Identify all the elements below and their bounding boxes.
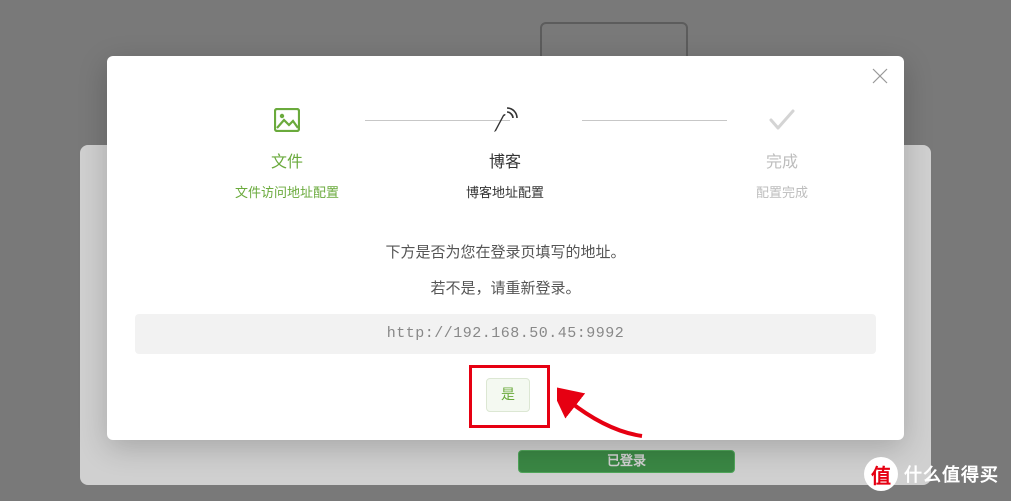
- message-line-2: 若不是，请重新登录。: [107, 277, 904, 298]
- watermark-text: 什么值得买: [904, 461, 999, 487]
- step-done: 完成 配置完成: [682, 106, 882, 201]
- confirm-button[interactable]: 是: [486, 378, 530, 412]
- pen-broadcast-icon: [405, 106, 605, 134]
- checkmark-icon: [682, 106, 882, 134]
- wizard-stepper: 文件 文件访问地址配置 博客 博客地址配置 完成 配置完成: [107, 106, 904, 186]
- step-title: 文件: [187, 148, 387, 172]
- step-file: 文件 文件访问地址配置: [187, 106, 387, 201]
- message-line-1: 下方是否为您在登录页填写的地址。: [107, 241, 904, 262]
- step-subtitle: 配置完成: [682, 182, 882, 201]
- close-icon[interactable]: [870, 66, 890, 86]
- config-dialog: 文件 文件访问地址配置 博客 博客地址配置 完成 配置完成 下方是否为您在登录页…: [107, 56, 904, 440]
- url-display: http://192.168.50.45:9992: [135, 314, 876, 354]
- watermark: 值 什么值得买: [864, 457, 999, 491]
- image-icon: [187, 106, 387, 134]
- step-title: 博客: [405, 148, 605, 172]
- step-subtitle: 文件访问地址配置: [187, 182, 387, 201]
- step-subtitle: 博客地址配置: [405, 182, 605, 201]
- step-title: 完成: [682, 148, 882, 172]
- step-blog: 博客 博客地址配置: [405, 106, 605, 201]
- watermark-badge: 值: [864, 457, 898, 491]
